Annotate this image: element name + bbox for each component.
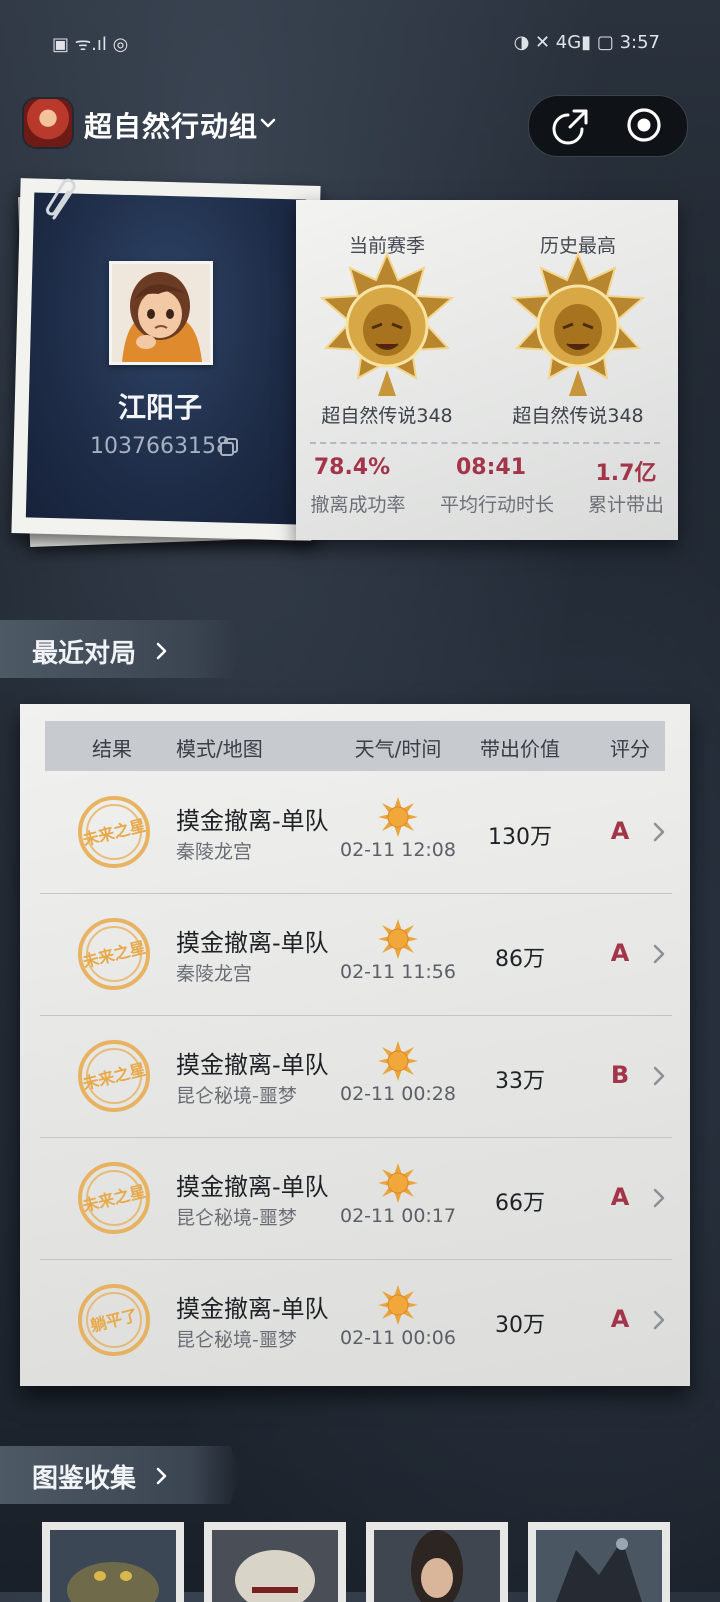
sun-icon	[378, 919, 418, 959]
map-label: 秦陵龙宫	[176, 841, 253, 863]
chevron-right-icon[interactable]	[154, 640, 170, 662]
grade-label: A	[610, 939, 630, 967]
collection-title[interactable]: 图鉴收集	[32, 1458, 136, 1495]
sun-icon	[378, 1163, 418, 1203]
stamp-badge-icon: 未来之星	[78, 918, 150, 990]
app-header: 超自然行动组	[0, 95, 720, 157]
map-label: 秦陵龙宫	[176, 963, 253, 985]
table-row[interactable]: 未来之星 摸金撤离-单队 秦陵龙宫 02-11 12:08 130万 A	[40, 771, 672, 894]
time-label: 02-11 11:56	[339, 961, 456, 983]
paperclip-icon	[46, 178, 76, 220]
value-label: 130万	[488, 825, 552, 850]
map-label: 昆仑秘境-噩梦	[176, 1207, 297, 1229]
current-rank: 超自然传说348	[321, 405, 453, 427]
stamp-text: 躺平了	[89, 1305, 140, 1335]
stamp-badge-icon: 未来之星	[78, 1040, 150, 1112]
chevron-right-icon[interactable]	[652, 1065, 666, 1087]
sun-icon	[378, 1285, 418, 1325]
time-label: 02-11 00:06	[339, 1327, 456, 1349]
value-label: 86万	[495, 947, 545, 972]
character-portrait	[374, 1530, 500, 1602]
best-rank: 超自然传说348	[512, 405, 644, 427]
table-row[interactable]: 未来之星 摸金撤离-单队 秦陵龙宫 02-11 11:56 86万 A	[40, 893, 672, 1016]
share-icon[interactable]	[552, 105, 592, 145]
stats-divider	[310, 442, 660, 444]
map-label: 昆仑秘境-噩梦	[176, 1085, 297, 1107]
grade-label: A	[610, 1305, 630, 1333]
lion-medal-icon	[510, 251, 646, 396]
recent-matches-title[interactable]: 最近对局	[32, 633, 136, 670]
col-mode: 模式/地图	[176, 737, 263, 761]
table-row[interactable]: 未来之星 摸金撤离-单队 昆仑秘境-噩梦 02-11 00:28 33万 B	[40, 1015, 672, 1138]
copy-icon[interactable]	[219, 437, 239, 457]
stamp-badge-icon: 未来之星	[78, 796, 150, 868]
record-icon[interactable]	[624, 105, 664, 145]
collection-card[interactable]	[42, 1522, 184, 1602]
mode-label: 摸金撤离-单队	[176, 1051, 329, 1079]
grade-label: A	[610, 817, 630, 845]
chevron-right-icon[interactable]	[652, 943, 666, 965]
success-rate-value: 78.4%	[313, 455, 391, 480]
status-right: ◑ ✕ 4G▮ ▢ 3:57	[513, 32, 660, 53]
app-title[interactable]: 超自然行动组	[84, 105, 258, 145]
app-icon	[24, 99, 72, 147]
grade-label: A	[610, 1183, 630, 1211]
success-rate-label: 撤离成功率	[310, 494, 406, 516]
mode-label: 摸金撤离-单队	[176, 1295, 329, 1323]
monster-portrait	[212, 1530, 338, 1602]
col-weather: 天气/时间	[354, 737, 442, 761]
col-value: 带出价值	[480, 737, 560, 761]
time-label: 02-11 00:17	[339, 1205, 456, 1227]
grade-label: B	[610, 1061, 630, 1089]
avatar-portrait	[112, 264, 210, 362]
sun-icon	[378, 797, 418, 837]
sun-icon	[378, 1041, 418, 1081]
avatar[interactable]	[109, 261, 213, 365]
player-name: 江阳子	[117, 391, 202, 424]
avg-time-label: 平均行动时长	[439, 494, 554, 516]
mode-label: 摸金撤离-单队	[176, 1173, 329, 1201]
stamp-badge-icon: 未来之星	[78, 1162, 150, 1234]
player-id-text: 1037663158	[90, 434, 230, 459]
total-loot-value: 1.7亿	[595, 461, 657, 486]
mode-label: 摸金撤离-单队	[176, 929, 329, 957]
table-row[interactable]: 躺平了 摸金撤离-单队 昆仑秘境-噩梦 02-11 00:06 30万 A	[40, 1259, 672, 1381]
monster-portrait	[50, 1530, 176, 1602]
time-label: 02-11 00:28	[339, 1083, 456, 1105]
time-label: 02-11 12:08	[339, 839, 456, 861]
value-label: 33万	[495, 1069, 545, 1094]
collection-card[interactable]	[204, 1522, 346, 1602]
col-result: 结果	[92, 737, 132, 761]
monster-portrait	[536, 1530, 662, 1602]
status-bar: ▣ ᯤ.ıl ◎ ◑ ✕ 4G▮ ▢ 3:57	[0, 0, 720, 84]
collection-card[interactable]	[366, 1522, 508, 1602]
chevron-down-icon[interactable]	[258, 113, 278, 133]
chevron-right-icon[interactable]	[652, 821, 666, 843]
stamp-badge-icon: 躺平了	[78, 1284, 150, 1356]
collection-card[interactable]	[528, 1522, 670, 1602]
mode-label: 摸金撤离-单队	[176, 807, 329, 835]
lion-medal-icon	[319, 251, 455, 396]
value-label: 66万	[495, 1191, 545, 1216]
chevron-right-icon[interactable]	[652, 1309, 666, 1331]
avg-time-value: 08:41	[455, 455, 527, 480]
chevron-right-icon[interactable]	[154, 1465, 170, 1487]
table-row[interactable]: 未来之星 摸金撤离-单队 昆仑秘境-噩梦 02-11 00:17 66万 A	[40, 1137, 672, 1260]
col-grade: 评分	[610, 737, 650, 761]
status-left: ▣ ᯤ.ıl ◎	[52, 34, 129, 55]
map-label: 昆仑秘境-噩梦	[176, 1329, 297, 1351]
chevron-right-icon[interactable]	[652, 1187, 666, 1209]
total-loot-label: 累计带出	[587, 494, 664, 516]
value-label: 30万	[495, 1313, 545, 1338]
